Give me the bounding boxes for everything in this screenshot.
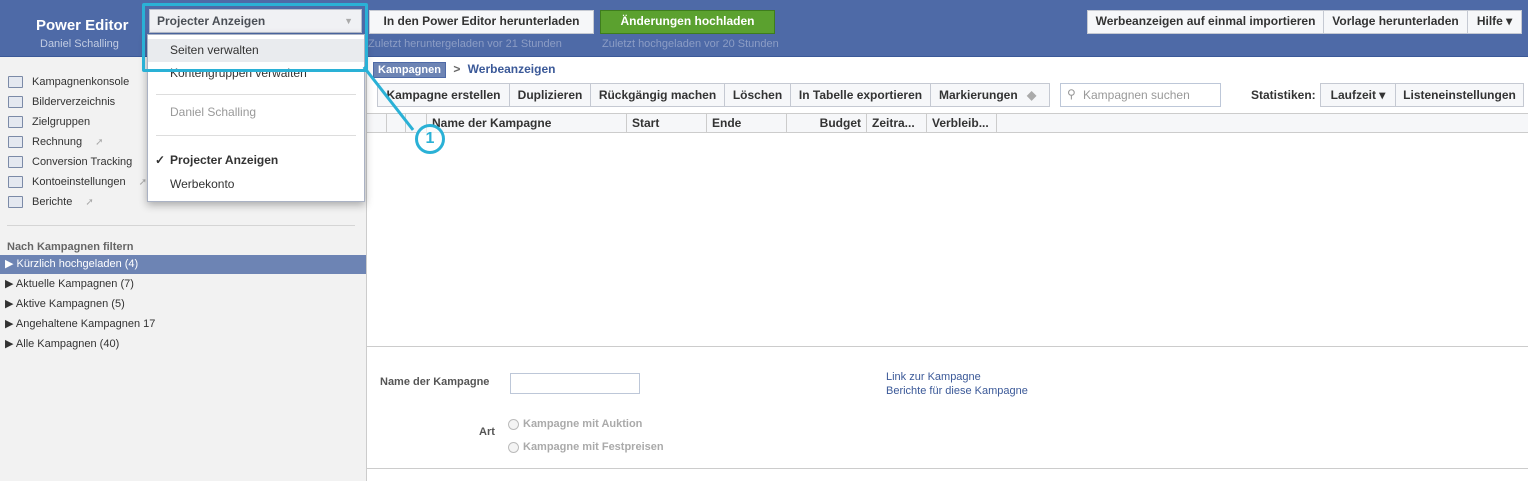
billing-icon [8,136,23,148]
filter-current[interactable]: ▶ Aktuelle Kampagnen (7) [0,275,366,294]
sidebar-item-images[interactable]: Bilderverzeichnis [8,96,115,108]
radio-auction[interactable]: Kampagne mit Auktion [508,418,642,430]
sidebar-item-billing[interactable]: Rechnung ➚ [8,136,104,148]
divider [7,225,355,226]
sidebar-item-label: Zielgruppen [32,116,91,128]
filter-heading: Nach Kampagnen filtern [7,241,134,253]
radio-icon [508,441,519,453]
check-icon: ✓ [155,153,166,167]
tags-button[interactable]: Markierungen ◆ [930,83,1050,107]
link-reports[interactable]: Berichte für diese Kampagne [886,385,1028,397]
menu-divider [156,94,356,95]
filter-paused[interactable]: ▶ Angehaltene Kampagnen 17 [0,315,366,334]
import-button[interactable]: Werbeanzeigen auf einmal importieren [1087,10,1324,34]
upload-button[interactable]: Änderungen hochladen [600,10,775,34]
radio-auction-label: Kampagne mit Auktion [523,418,643,430]
sidebar-item-label: Kampagnenkonsole [32,76,130,88]
search-placeholder: Kampagnen suchen [1083,88,1190,102]
export-button[interactable]: In Tabelle exportieren [790,83,931,107]
menu-item-user[interactable]: Daniel Schalling [148,105,364,119]
undo-button[interactable]: Rückgängig machen [590,83,725,107]
callout-number: 1 [415,124,445,154]
type-label: Art [479,426,495,438]
breadcrumb-campaigns[interactable]: Kampagnen [373,62,446,78]
settings-icon [8,176,23,188]
sidebar-item-label: Bilderverzeichnis [32,96,116,108]
external-link-icon: ➚ [85,196,94,208]
radio-fixed-label: Kampagne mit Festpreisen [523,441,664,453]
tag-icon: ◆ [1027,88,1037,102]
grid-col-check[interactable] [367,114,387,132]
sidebar-item-label: Kontoeinstellungen [32,176,126,188]
menu-divider [156,135,356,136]
external-link-icon: ➚ [138,176,147,188]
campaign-name-input[interactable] [510,373,640,394]
breadcrumb: Kampagnen > Werbeanzeigen [373,62,555,78]
images-icon [8,96,23,108]
template-button[interactable]: Vorlage herunterladen [1323,10,1468,34]
filter-active[interactable]: ▶ Aktive Kampagnen (5) [0,295,366,314]
breadcrumb-separator: > [453,62,461,76]
sidebar-item-label: Berichte [32,196,73,208]
grid-header: Name der Kampagne Start Ende Budget Zeit… [367,113,1528,133]
runtime-dropdown[interactable]: Laufzeit ▾ [1320,83,1396,107]
list-settings-button[interactable]: Listeneinstellungen [1395,83,1524,107]
download-button[interactable]: In den Power Editor herunterladen [369,10,594,34]
radio-fixed[interactable]: Kampagne mit Festpreisen [508,441,664,453]
grid-col-name[interactable]: Name der Kampagne [427,114,627,132]
download-note: Zuletzt heruntergeladen vor 21 Stunden [368,38,562,50]
app-title: Power Editor [36,17,129,34]
external-link-icon: ➚ [95,136,104,148]
sidebar-item-label: Conversion Tracking [32,156,133,168]
duplicate-button[interactable]: Duplizieren [509,83,591,107]
console-icon [8,76,23,88]
highlight-box [142,3,368,72]
user-name: Daniel Schalling [40,38,119,50]
sidebar-item-audience[interactable]: Zielgruppen [8,116,90,128]
sidebar-item-conversion[interactable]: Conversion Tracking [8,156,132,168]
sidebar-item-reports[interactable]: Berichte ➚ [8,196,94,208]
conversion-icon [8,156,23,168]
grid-col-budget[interactable]: Budget [787,114,867,132]
search-icon: ⚲ [1067,87,1076,101]
grid-col-start[interactable]: Start [627,114,707,132]
menu-item-projecter[interactable]: ✓ Projecter Anzeigen [148,153,364,167]
menu-item-label: Projecter Anzeigen [170,153,279,167]
upload-note: Zuletzt hochgeladen vor 20 Stunden [602,38,779,50]
reports-icon [8,196,23,208]
tags-label: Markierungen [939,88,1018,102]
audience-icon [8,116,23,128]
campaign-name-label: Name der Kampagne [380,376,490,388]
radio-icon [508,418,519,430]
sidebar-item-console[interactable]: Kampagnenkonsole [8,76,129,88]
sidebar-item-settings[interactable]: Kontoeinstellungen ➚ [8,176,147,188]
search-input[interactable]: ⚲ Kampagnen suchen [1060,83,1221,107]
stats-label: Statistiken: [1251,88,1316,102]
grid-col-remaining[interactable]: Verbleib... [927,114,997,132]
delete-button[interactable]: Löschen [724,83,791,107]
menu-item-ad-account[interactable]: Werbekonto [148,177,364,191]
grid-col-period[interactable]: Zeitra... [867,114,927,132]
grid-col-end[interactable]: Ende [707,114,787,132]
link-campaign[interactable]: Link zur Kampagne [886,371,981,383]
breadcrumb-ads[interactable]: Werbeanzeigen [468,62,556,76]
help-button[interactable]: Hilfe ▾ [1467,10,1522,34]
filter-all[interactable]: ▶ Alle Kampagnen (40) [0,335,366,354]
filter-recently-uploaded[interactable]: ▶ Kürzlich hochgeladen (4) [0,255,366,274]
sidebar-item-label: Rechnung [32,136,83,148]
create-campaign-button[interactable]: Kampagne erstellen [377,83,510,107]
